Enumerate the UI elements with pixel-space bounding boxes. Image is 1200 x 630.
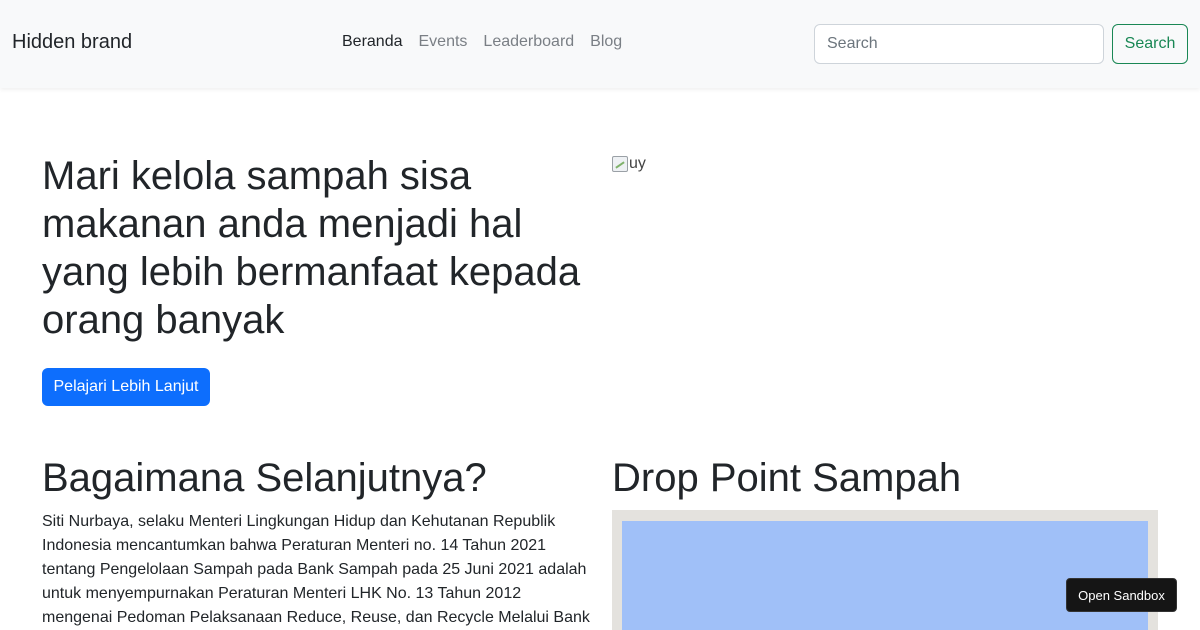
search-input[interactable]: [814, 24, 1104, 64]
open-sandbox-button[interactable]: Open Sandbox: [1066, 578, 1177, 612]
nav-link-leaderboard[interactable]: Leaderboard: [483, 33, 574, 51]
nav-link-events[interactable]: Events: [419, 33, 468, 51]
next-steps-heading: Bagaimana Selanjutnya?: [42, 456, 487, 500]
navbar: Hidden brand Beranda Events Leaderboard …: [0, 0, 1200, 88]
learn-more-button[interactable]: Pelajari Lebih Lanjut: [42, 368, 210, 406]
broken-image-icon: [612, 156, 628, 172]
next-steps-paragraph: Siti Nurbaya, selaku Menteri Lingkungan …: [42, 513, 590, 626]
drop-point-map[interactable]: [612, 510, 1158, 630]
nav-link-blog[interactable]: Blog: [590, 33, 622, 51]
hero-title: Mari kelola sampah sisa makanan anda men…: [42, 154, 581, 342]
nav-link-beranda[interactable]: Beranda: [342, 33, 403, 51]
brand-logo-text[interactable]: Hidden brand: [12, 31, 132, 54]
hero-image-alt-text: uy: [629, 155, 646, 172]
drop-point-heading: Drop Point Sampah: [612, 456, 962, 500]
map-canvas[interactable]: [622, 521, 1148, 630]
hero-image: uy: [612, 155, 646, 173]
nav-links: Beranda Events Leaderboard Blog: [342, 33, 622, 51]
search-button[interactable]: Search: [1112, 24, 1188, 64]
